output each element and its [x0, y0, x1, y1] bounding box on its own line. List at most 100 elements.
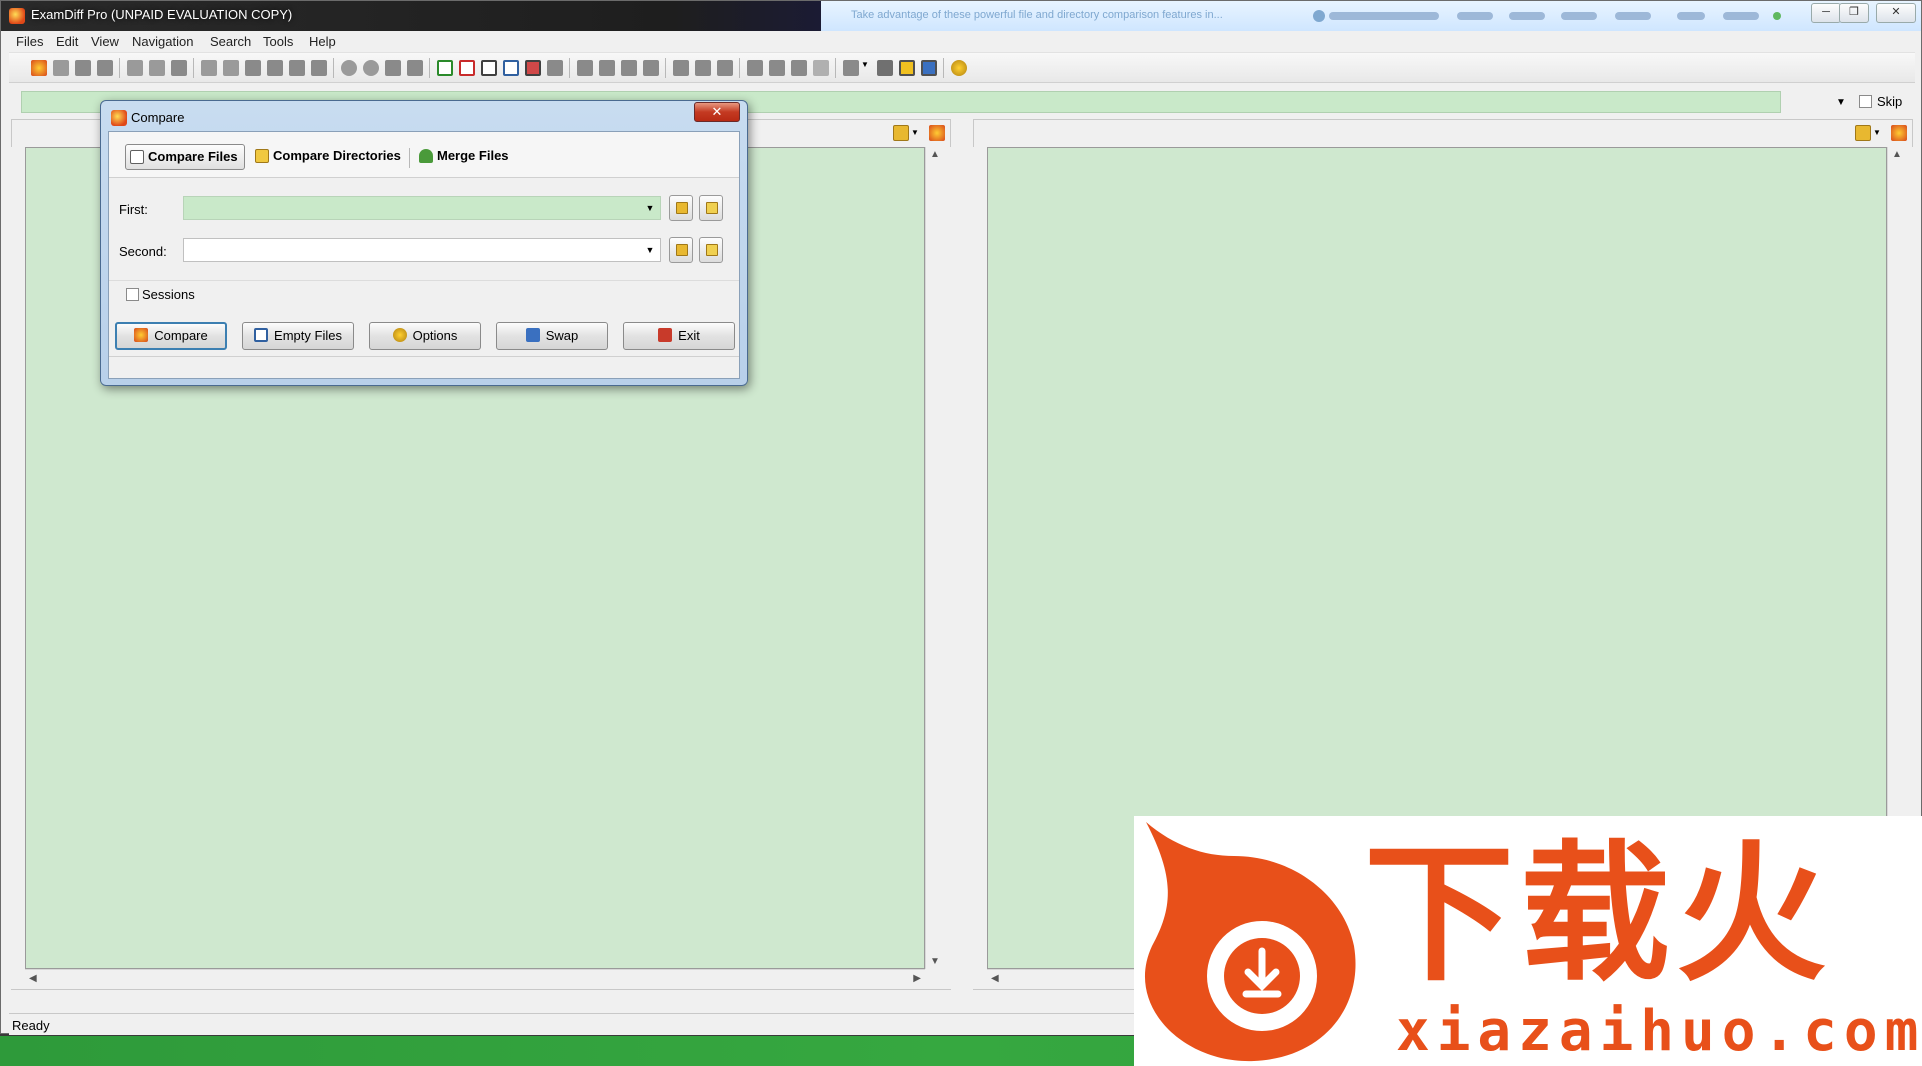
- watermark-logo: 下载火 xiazaihuo.com: [1134, 816, 1922, 1066]
- filter-4-icon[interactable]: [643, 60, 659, 76]
- find-next-icon[interactable]: [769, 60, 785, 76]
- show-all-icon[interactable]: [437, 60, 453, 76]
- left-horizontal-scrollbar[interactable]: ◀ ▶: [25, 969, 925, 987]
- tab-label: Compare Files: [148, 149, 238, 164]
- left-vertical-scrollbar[interactable]: ▲ ▼: [925, 147, 943, 969]
- print-tool-icon[interactable]: [127, 60, 143, 76]
- minimize-button[interactable]: ─: [1811, 3, 1841, 23]
- notice-link-6[interactable]: [1723, 12, 1759, 20]
- swap-button[interactable]: Swap: [496, 322, 608, 350]
- ignore-icon[interactable]: [525, 60, 541, 76]
- notice-link-5[interactable]: [1677, 12, 1705, 20]
- compare-button[interactable]: Compare: [115, 322, 227, 350]
- menu-search[interactable]: Search: [210, 34, 251, 49]
- menu-bar: Files Edit View Navigation Search Tools …: [9, 31, 1915, 53]
- side-by-side-icon[interactable]: [481, 60, 497, 76]
- second-file-combobox[interactable]: ▼: [183, 238, 661, 262]
- left-open-folder-icon[interactable]: [893, 125, 909, 141]
- split-view-icon[interactable]: [503, 60, 519, 76]
- redo-icon[interactable]: [363, 60, 379, 76]
- notice-link-1[interactable]: [1457, 12, 1493, 20]
- highlight-icon[interactable]: [899, 60, 915, 76]
- copy-right-tool-icon[interactable]: [267, 60, 283, 76]
- restore-button[interactable]: ❐: [1839, 3, 1869, 23]
- pane-splitter[interactable]: [951, 119, 973, 1011]
- prev-diff-icon[interactable]: [695, 60, 711, 76]
- filter-icon[interactable]: [577, 60, 593, 76]
- scroll-left-icon[interactable]: ◀: [991, 973, 999, 984]
- scroll-up-icon[interactable]: ▲: [930, 149, 940, 160]
- first-browse-button[interactable]: [669, 195, 693, 221]
- notice-link-2[interactable]: [1509, 12, 1545, 20]
- find-icon[interactable]: [747, 60, 763, 76]
- delete-tool-icon[interactable]: [289, 60, 305, 76]
- menu-edit[interactable]: Edit: [56, 34, 78, 49]
- replace-icon[interactable]: [813, 60, 829, 76]
- first-diff-icon[interactable]: [673, 60, 689, 76]
- edit-right-tool-icon[interactable]: [223, 60, 239, 76]
- second-browse-button[interactable]: [669, 237, 693, 263]
- save-tool-icon[interactable]: [75, 60, 91, 76]
- scroll-down-icon[interactable]: ▼: [930, 956, 940, 967]
- report-tool-icon[interactable]: [149, 60, 165, 76]
- edit-left-tool-icon[interactable]: [201, 60, 217, 76]
- dialog-close-button[interactable]: ✕: [694, 102, 740, 122]
- first-file-combobox[interactable]: ▼: [183, 196, 661, 220]
- tab-merge-files[interactable]: Merge Files: [415, 144, 515, 170]
- tab-compare-directories[interactable]: Compare Directories: [251, 144, 407, 170]
- toolbar-separator: [119, 58, 120, 78]
- notice-link-3[interactable]: [1561, 12, 1597, 20]
- copy-left-tool-icon[interactable]: [245, 60, 261, 76]
- back-icon[interactable]: [407, 60, 423, 76]
- skip-label: Skip: [1877, 94, 1903, 109]
- options-button[interactable]: Options: [369, 322, 481, 350]
- scroll-up-icon[interactable]: ▲: [1892, 149, 1902, 160]
- edit-mode-icon[interactable]: [921, 60, 937, 76]
- lines-icon[interactable]: [877, 60, 893, 76]
- dropdown-arrow-icon[interactable]: ▼: [642, 241, 658, 259]
- filter-3-icon[interactable]: [621, 60, 637, 76]
- second-label: Second:: [119, 244, 167, 259]
- first-paste-button[interactable]: [699, 195, 723, 221]
- exit-button[interactable]: Exit: [623, 322, 735, 350]
- compare-tool-icon[interactable]: [31, 60, 47, 76]
- menu-view[interactable]: View: [91, 34, 119, 49]
- right-folder-dropdown-icon[interactable]: ▼: [1873, 128, 1881, 144]
- find-prev-icon[interactable]: [791, 60, 807, 76]
- filter-2-icon[interactable]: [599, 60, 615, 76]
- user-icon: [1313, 10, 1325, 22]
- menu-help[interactable]: Help: [309, 34, 336, 49]
- skip-checkbox[interactable]: [1859, 95, 1872, 108]
- left-folder-dropdown-icon[interactable]: ▼: [911, 128, 919, 144]
- menu-files[interactable]: Files: [16, 34, 43, 49]
- sessions-checkbox[interactable]: [126, 288, 139, 301]
- window-close-button[interactable]: ✕: [1876, 3, 1916, 23]
- right-compare-icon[interactable]: [1891, 125, 1907, 141]
- status-text: Ready: [12, 1018, 50, 1033]
- dropdown-arrow-icon[interactable]: ▼: [642, 199, 658, 217]
- second-paste-button[interactable]: [699, 237, 723, 263]
- recompare-tool-icon[interactable]: [53, 60, 69, 76]
- options-icon[interactable]: [951, 60, 967, 76]
- menu-navigation[interactable]: Navigation: [132, 34, 193, 49]
- forward-icon[interactable]: [385, 60, 401, 76]
- right-open-folder-icon[interactable]: [1855, 125, 1871, 141]
- open-tool-icon[interactable]: [97, 60, 113, 76]
- tab-compare-files[interactable]: Compare Files: [125, 144, 245, 170]
- ad-notice-text[interactable]: Take advantage of these powerful file an…: [851, 9, 1301, 23]
- next-diff-icon[interactable]: [717, 60, 733, 76]
- mark-icon[interactable]: [547, 60, 563, 76]
- undo-icon[interactable]: [341, 60, 357, 76]
- bookmark-icon[interactable]: [843, 60, 859, 76]
- scroll-left-icon[interactable]: ◀: [29, 973, 37, 984]
- left-compare-icon[interactable]: [929, 125, 945, 141]
- copy-tool-icon[interactable]: [171, 60, 187, 76]
- scroll-right-icon[interactable]: ▶: [913, 973, 921, 984]
- show-diff-icon[interactable]: [459, 60, 475, 76]
- notice-link-4[interactable]: [1615, 12, 1651, 20]
- empty-files-button[interactable]: Empty Files: [242, 322, 354, 350]
- menu-tools[interactable]: Tools: [263, 34, 293, 49]
- lock-tool-icon[interactable]: [311, 60, 327, 76]
- dropdown-arrow-icon[interactable]: ▼: [861, 60, 869, 76]
- path-dropdown-icon[interactable]: ▼: [1833, 93, 1849, 113]
